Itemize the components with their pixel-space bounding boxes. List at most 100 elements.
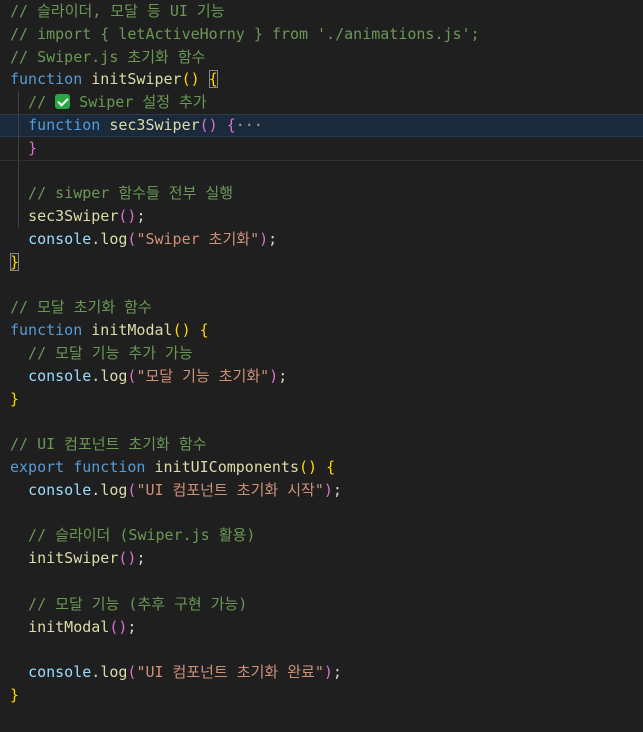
code-token: () [118,207,137,226]
code-token: ; [136,207,146,226]
code-token: "UI 컴포넌트 초기화 시작" [136,480,324,499]
code-token: // [10,93,56,112]
code-token: initModal [28,617,110,636]
folded-code-ellipsis[interactable]: ··· [236,116,263,134]
code-token: // 모달 기능 추가 가능 [10,343,193,362]
code-line[interactable]: // import { letActiveHorny } from './ani… [0,23,643,46]
code-token: sec3Swiper [28,207,119,226]
indent-guide [18,205,19,228]
code-line[interactable]: // Swiper 설정 추가 [0,91,643,114]
code-token: // 모달 기능 (추후 구현 가능) [10,594,248,613]
indent-guide [18,91,19,114]
code-line[interactable]: initModal(); [0,616,643,639]
code-token: . [91,229,101,248]
code-line[interactable]: } [0,388,643,411]
code-line[interactable]: } [0,684,643,707]
code-editor[interactable]: // 슬라이더, 모달 등 UI 기능 // import { letActive… [0,0,643,732]
code-line[interactable]: // 모달 기능 (추후 구현 가능) [0,593,643,616]
code-token: ) [323,480,333,499]
code-token: () [181,70,200,89]
code-token: function [28,115,101,134]
code-token: "UI 컴포넌트 초기화 완료" [136,663,324,682]
code-token: () [172,321,191,340]
code-line[interactable] [0,410,643,433]
code-line[interactable]: // 슬라이더, 모달 등 UI 기능 [0,0,643,23]
code-token: ; [278,366,288,385]
code-line[interactable]: sec3Swiper(); [0,205,643,228]
code-token: initSwiper [91,70,182,89]
code-token: } [10,685,20,704]
indent-guide [18,114,19,136]
code-line[interactable]: console.log("UI 컴포넌트 초기화 시작"); [0,479,643,502]
code-token: initModal [91,321,173,340]
code-line[interactable]: initSwiper(); [0,547,643,570]
check-mark-icon [55,94,71,110]
code-token: // 모달 초기화 함수 [10,298,152,317]
code-token: log [100,663,128,682]
code-token: ) [269,366,279,385]
code-token: console [28,480,92,499]
code-line[interactable]: console.log("모달 기능 초기화"); [0,365,643,388]
code-line[interactable]: // 슬라이더 (Swiper.js 활용) [0,524,643,547]
code-token: // 슬라이더, 모달 등 UI 기능 [10,2,225,20]
code-token: ; [136,549,146,568]
code-token: log [100,229,128,248]
code-line[interactable]: console.log("UI 컴포넌트 초기화 완료"); [0,661,643,684]
code-line[interactable] [0,159,643,183]
code-token: console [28,229,92,248]
code-token: log [100,480,128,499]
code-token: // 슬라이더 (Swiper.js 활용) [10,526,256,545]
code-line[interactable]: function sec3Swiper() {··· [0,113,643,137]
code-token: } [10,252,20,271]
code-line[interactable]: export function initUIComponents() { [0,456,643,479]
code-line[interactable]: function initSwiper() { [0,68,643,91]
code-line[interactable]: } [0,251,643,274]
code-token: { [226,115,236,134]
code-line[interactable]: } [0,136,643,160]
code-token: "Swiper 초기화" [136,229,260,248]
code-line[interactable] [0,274,643,297]
code-token: () [299,457,318,476]
code-line[interactable] [0,570,643,593]
code-token: export [10,457,65,476]
code-line[interactable]: function initModal() { [0,319,643,342]
code-line[interactable]: // 모달 기능 추가 가능 [0,342,643,365]
code-token: function [10,70,83,89]
code-token: // import { letActiveHorny } from './ani… [10,24,480,43]
code-token: "모달 기능 초기화" [136,366,270,385]
code-line[interactable]: // Swiper.js 초기화 함수 [0,46,643,69]
code-token: { [199,321,209,340]
code-token: // siwper 함수들 전부 실행 [10,184,234,203]
code-token: } [10,389,20,408]
code-token: { [326,457,336,476]
code-token: initUIComponents [154,457,300,476]
code-token: } [28,138,38,157]
code-token: sec3Swiper [109,115,200,134]
code-token: ; [332,663,342,682]
code-line[interactable]: // 모달 초기화 함수 [0,296,643,319]
code-token: ; [127,617,137,636]
code-token: ) [323,663,333,682]
code-line[interactable]: console.log("Swiper 초기화"); [0,228,643,251]
code-line[interactable]: // UI 컴포넌트 초기화 함수 [0,433,643,456]
code-line[interactable] [0,502,643,525]
code-token: . [91,663,101,682]
code-token: ; [268,229,278,248]
code-token: () [109,617,128,636]
code-line[interactable] [0,638,643,661]
code-token: // UI 컴포넌트 초기화 함수 [10,435,207,454]
code-token: function [73,457,146,476]
code-line[interactable]: // siwper 함수들 전부 실행 [0,182,643,206]
code-token: () [118,549,137,568]
